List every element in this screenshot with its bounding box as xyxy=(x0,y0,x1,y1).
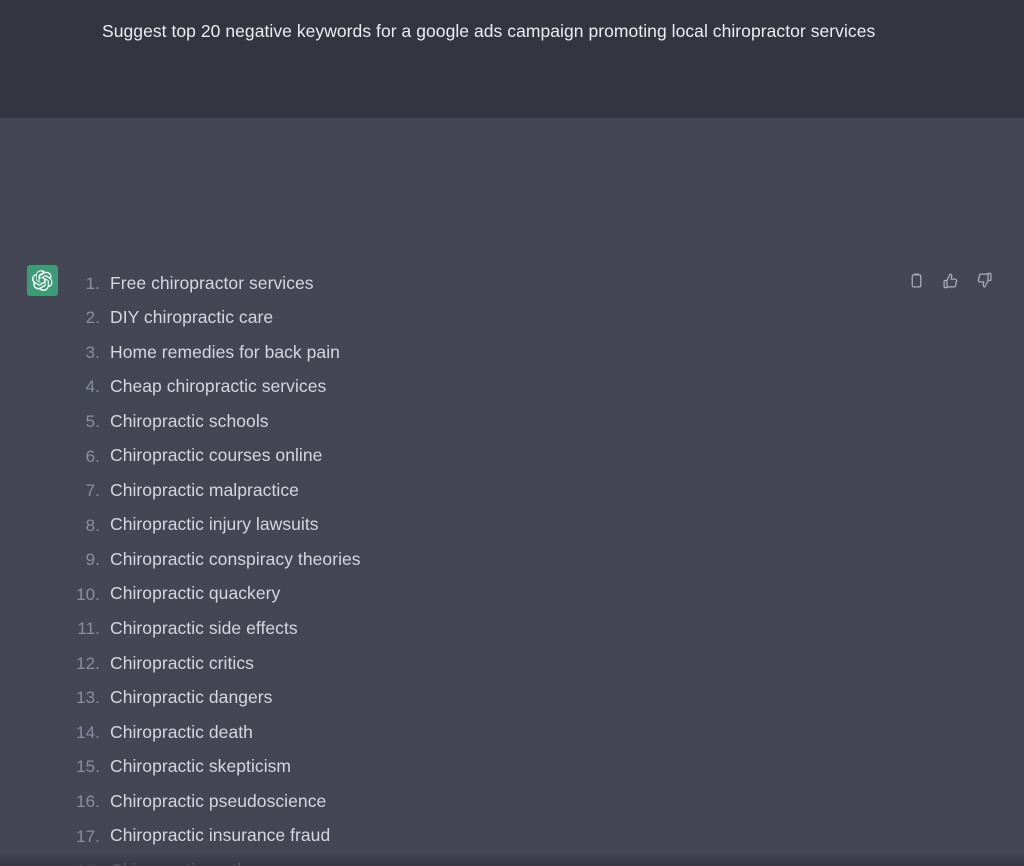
thumbs-down-icon[interactable] xyxy=(973,269,995,291)
list-item: 8. Chiropractic injury lawsuits xyxy=(0,508,319,543)
list-item: 13. Chiropractic dangers xyxy=(0,681,272,716)
list-item-text: Free chiropractor services xyxy=(110,272,314,293)
copy-icon[interactable] xyxy=(905,269,927,291)
list-item: 12. Chiropractic critics xyxy=(0,646,254,681)
message-action-bar xyxy=(905,269,995,291)
list-item: 10. Chiropractic quackery xyxy=(0,577,280,612)
list-item-number: 8. xyxy=(85,515,100,535)
list-item-text: Chiropractic courses online xyxy=(110,445,323,466)
list-item-number: 5. xyxy=(85,411,100,431)
list-item-text: Chiropractic dangers xyxy=(110,687,273,708)
list-item-text: Chiropractic injury lawsuits xyxy=(110,514,319,535)
list-item: 6. Chiropractic courses online xyxy=(0,439,323,474)
list-item-text: Chiropractic skepticism xyxy=(110,756,292,777)
list-item-number: 17. xyxy=(76,826,100,846)
list-item-number: 18. xyxy=(0,862,110,866)
list-item-text: Chiropractic malpractice xyxy=(110,479,299,500)
list-item: 14. Chiropractic death xyxy=(0,715,253,750)
list-item-number: 12. xyxy=(76,653,100,673)
user-message-block: Suggest top 20 negative keywords for a g… xyxy=(0,0,1024,118)
list-item-number: 10. xyxy=(76,584,100,604)
list-item: 18.Chiropractic myths xyxy=(0,853,256,866)
thumbs-up-icon[interactable] xyxy=(939,269,961,291)
list-item-text: Chiropractic pseudoscience xyxy=(110,790,327,811)
list-item-text: Chiropractic myths xyxy=(110,861,256,866)
list-item-number: 16. xyxy=(76,792,100,811)
list-item-text: Cheap chiropractic services xyxy=(110,376,327,397)
list-item-number: 9. xyxy=(85,550,100,570)
list-item: 1. Free chiropractor services xyxy=(0,266,314,301)
list-item-number: 2. xyxy=(85,308,100,328)
user-message-text: Suggest top 20 negative keywords for a g… xyxy=(102,21,876,41)
list-item-number: 4. xyxy=(85,377,100,397)
list-item: 15. Chiropractic skepticism xyxy=(0,750,291,785)
list-item: 5. Chiropractic schools xyxy=(0,404,269,439)
list-item-number: 1. xyxy=(85,273,100,293)
list-item-text: Chiropractic schools xyxy=(110,410,269,431)
list-item: 9. Chiropractic conspiracy theories xyxy=(0,542,361,577)
list-item: 2. DIY chiropractic care xyxy=(0,301,273,336)
list-item-text: DIY chiropractic care xyxy=(110,307,274,328)
list-item-text: Chiropractic quackery xyxy=(110,583,281,604)
list-item-text: Chiropractic side effects xyxy=(110,618,298,638)
list-item-text: Chiropractic insurance fraud xyxy=(110,825,331,846)
list-item-text: Chiropractic death xyxy=(110,721,253,742)
list-item-text: Home remedies for back pain xyxy=(110,341,340,362)
list-item: 17. Chiropractic insurance fraud xyxy=(0,819,330,854)
assistant-message-block: 1. Free chiropractor services 2. DIY chirop… xyxy=(0,118,1024,866)
list-item-text: Chiropractic critics xyxy=(110,652,254,673)
list-item-number: 3. xyxy=(85,342,100,362)
list-item-number: 14. xyxy=(76,722,100,742)
list-item: 4. Cheap chiropractic services xyxy=(0,370,327,405)
list-item: 11. Chiropractic side effects xyxy=(0,612,298,647)
list-item: 3. Home remedies for back pain xyxy=(0,335,340,370)
list-item-number: 7. xyxy=(85,481,100,501)
list-item: 7. Chiropractic malpractice xyxy=(0,473,299,508)
list-item-number: 15. xyxy=(76,757,100,777)
list-item-text: Chiropractic conspiracy theories xyxy=(110,548,361,569)
list-item-number: 13. xyxy=(76,688,100,708)
list-item-number: 11. xyxy=(77,619,100,639)
list-item-number: 6. xyxy=(85,446,100,466)
list-item: 16. Chiropractic pseudoscience xyxy=(0,784,326,819)
